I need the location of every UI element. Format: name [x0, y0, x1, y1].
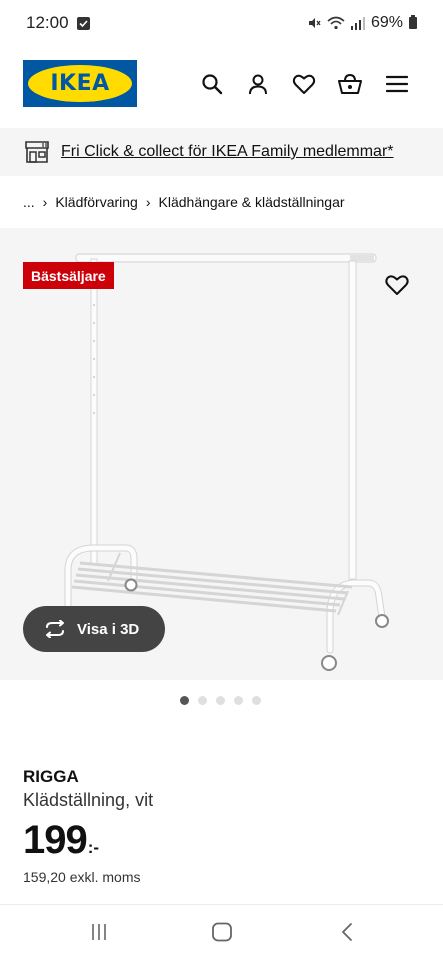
product-description: Klädställning, vit	[23, 790, 154, 810]
price-amount: 199	[23, 818, 88, 862]
signal-icon	[350, 16, 365, 30]
breadcrumb-item-kladhangare[interactable]: Klädhängare & klädställningar	[159, 194, 345, 210]
status-bar: 12:00 69%	[0, 0, 443, 46]
recent-apps-icon[interactable]	[84, 919, 114, 945]
rotate-3d-icon	[46, 620, 64, 638]
gallery-dot[interactable]	[180, 696, 189, 705]
search-icon[interactable]	[198, 70, 226, 98]
breadcrumb-separator: ›	[145, 194, 151, 210]
gallery-dot[interactable]	[234, 696, 243, 705]
breadcrumb-item-kladforvaring[interactable]: Klädförvaring	[55, 194, 138, 210]
bestseller-badge: Bästsäljare	[23, 262, 114, 289]
price-excl-vat: 159,20 exkl. moms	[23, 869, 141, 885]
site-header: IKEA	[0, 58, 443, 110]
gallery-pagination	[180, 696, 261, 705]
basket-icon[interactable]	[336, 70, 364, 98]
product-name: RIGGA	[23, 767, 79, 786]
gallery-dot[interactable]	[198, 696, 207, 705]
price-suffix: :-	[87, 838, 100, 857]
user-icon[interactable]	[244, 70, 272, 98]
heart-icon[interactable]	[290, 70, 318, 98]
battery-icon	[409, 15, 417, 29]
gallery-dot[interactable]	[216, 696, 225, 705]
home-icon[interactable]	[207, 919, 237, 945]
breadcrumb-ellipsis[interactable]: ...	[23, 194, 35, 210]
breadcrumb: ... › Klädförvaring › Klädhängare & kläd…	[23, 192, 345, 212]
back-icon[interactable]	[332, 919, 362, 945]
logo-oval: IKEA	[28, 65, 132, 102]
system-navigation-bar	[0, 905, 443, 960]
view-in-3d-button[interactable]: Visa i 3D	[23, 606, 165, 652]
status-time: 12:00	[26, 13, 69, 32]
status-indicators: 69%	[307, 14, 417, 32]
ikea-logo[interactable]: IKEA	[23, 60, 137, 107]
battery-percentage: 69%	[370, 14, 403, 31]
product-price: 199 :-	[23, 818, 99, 863]
breadcrumb-separator: ›	[42, 194, 48, 210]
promo-banner[interactable]: Fri Click & collect för IKEA Family medl…	[0, 128, 443, 176]
menu-icon[interactable]	[383, 70, 411, 98]
notification-check-icon	[76, 16, 90, 30]
logo-text: IKEA	[50, 71, 110, 96]
promo-link[interactable]: Fri Click & collect för IKEA Family medl…	[61, 143, 394, 161]
favorite-heart-icon[interactable]	[384, 273, 410, 297]
gallery-dot[interactable]	[252, 696, 261, 705]
wifi-icon	[327, 16, 345, 30]
mute-icon	[308, 18, 321, 28]
view-in-3d-label: Visa i 3D	[77, 620, 140, 638]
store-icon	[25, 141, 49, 163]
